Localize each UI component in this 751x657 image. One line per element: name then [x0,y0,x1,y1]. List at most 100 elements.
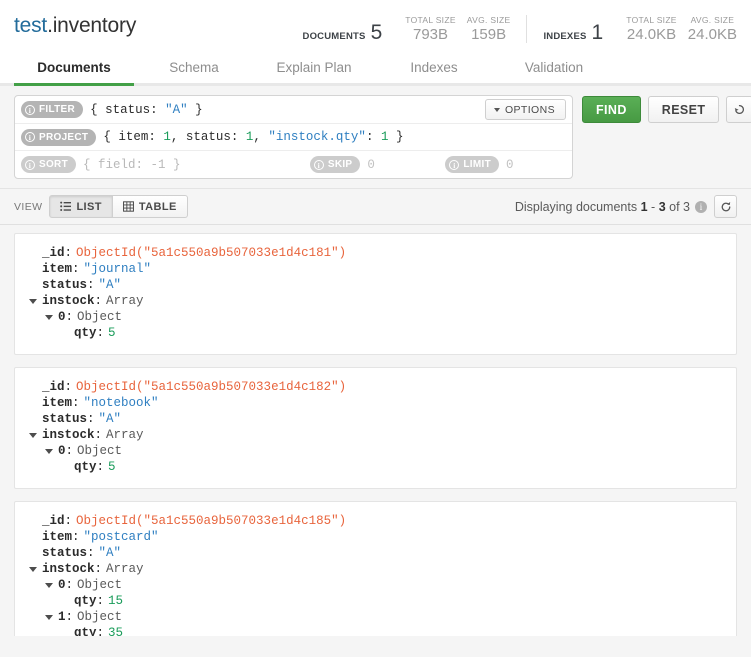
document-card[interactable]: _id:ObjectId("5a1c550a9b507033e1d4c182")… [14,367,737,489]
document-field-row: item:"notebook" [29,395,722,411]
info-icon[interactable]: i [695,201,707,213]
field-value: ObjectId("5a1c550a9b507033e1d4c182") [76,380,346,395]
expand-triangle-icon[interactable] [29,567,37,572]
expand-triangle-icon[interactable] [29,433,37,438]
tab-schema[interactable]: Schema [134,52,254,83]
sort-input[interactable]: { field: -1 } [83,158,292,172]
total-count: 3 [683,200,690,214]
limit-badge-label: LIMIT [463,159,491,170]
query-token: , status: [171,130,246,144]
skip-input[interactable]: 0 [367,158,427,172]
document-field-row: status:"A" [29,545,722,561]
indexes-total-size-value: 24.0KB [626,26,677,43]
expand-triangle-icon[interactable] [45,449,53,454]
field-value: Object [77,444,122,459]
document-field-row: _id:ObjectId("5a1c550a9b507033e1d4c182") [29,379,722,395]
document-field-row: instock:Array [29,561,722,577]
query-actions: FIND RESET [582,95,751,123]
field-key: status [42,278,87,293]
field-key: qty [74,460,97,475]
document-field-row: item:"postcard" [29,529,722,545]
project-badge-label: PROJECT [39,132,88,143]
expand-triangle-icon[interactable] [45,583,53,588]
indexes-count-label: INDEXES [543,31,586,42]
field-value: "postcard" [84,530,159,545]
field-value: "A" [99,278,122,293]
project-badge[interactable]: i PROJECT [21,129,96,146]
filter-row: i FILTER { status: "A" } OPTIONS [15,96,572,124]
field-key: instock [42,428,95,443]
field-value: 15 [108,594,123,609]
limit-badge[interactable]: i LIMIT [445,156,499,173]
tab-indexes[interactable]: Indexes [374,52,494,83]
documents-avg-size: AVG. SIZE 159B [467,15,511,43]
collection-name: inventory [53,14,136,37]
tab-validation[interactable]: Validation [494,52,614,83]
skip-badge-label: SKIP [328,159,353,170]
field-colon: : [66,610,74,625]
collection-stats: DOCUMENTS 5 TOTAL SIZE 793B AVG. SIZE 15… [303,0,737,52]
field-colon: : [87,546,95,561]
displaying-prefix: Displaying documents [515,200,637,214]
query-token: 1 [163,130,171,144]
sort-skip-limit-row: i SORT { field: -1 } i SKIP 0 i LIMIT 0 [15,151,572,178]
query-inputs-container: i FILTER { status: "A" } OPTIONS i PROJE… [14,95,573,179]
refresh-icon[interactable] [714,195,737,218]
range-start: 1 [641,200,648,214]
query-token: "instock.qty" [268,130,366,144]
query-history-icon[interactable] [726,96,751,123]
field-value: Object [77,578,122,593]
view-mode-list[interactable]: LIST [49,195,112,218]
of-text: of [669,200,679,214]
documents-total-size-value: 793B [405,26,456,43]
sort-badge[interactable]: i SORT [21,156,76,173]
field-colon: : [72,262,80,277]
field-key: _id [42,380,65,395]
skip-badge[interactable]: i SKIP [310,156,361,173]
field-colon: : [97,460,105,475]
field-value: "A" [99,412,122,427]
document-field-row: _id:ObjectId("5a1c550a9b507033e1d4c181") [29,245,722,261]
expand-triangle-icon[interactable] [45,615,53,620]
project-input[interactable]: { item: 1, status: 1, "instock.qty": 1 } [103,130,566,144]
documents-avg-size-value: 159B [467,26,511,43]
options-button[interactable]: OPTIONS [485,99,566,120]
tab-validation-label: Validation [525,60,583,75]
document-card[interactable]: _id:ObjectId("5a1c550a9b507033e1d4c181")… [14,233,737,355]
document-field-row: qty:5 [29,459,722,475]
tab-explain-plan[interactable]: Explain Plan [254,52,374,83]
documents-count-label: DOCUMENTS [303,31,366,42]
filter-input[interactable]: { status: "A" } [90,103,477,117]
view-label: VIEW [14,201,42,213]
filter-badge[interactable]: i FILTER [21,101,83,118]
documents-count: DOCUMENTS 5 [303,22,383,43]
range-end: 3 [659,200,666,214]
field-colon: : [65,246,73,261]
limit-input[interactable]: 0 [506,158,566,172]
info-icon: i [449,160,459,170]
expand-triangle-icon[interactable] [45,315,53,320]
field-key: instock [42,294,95,309]
field-value: Array [106,294,144,309]
query-token: { item: [103,130,163,144]
tab-documents[interactable]: Documents [14,52,134,83]
field-key: item [42,262,72,277]
field-value: ObjectId("5a1c550a9b507033e1d4c181") [76,246,346,261]
indexes-total-size-label: TOTAL SIZE [626,15,677,26]
field-key: instock [42,562,95,577]
field-colon: : [66,310,74,325]
field-key: _id [42,514,65,529]
document-card[interactable]: _id:ObjectId("5a1c550a9b507033e1d4c185")… [14,501,737,636]
query-token: } [388,130,403,144]
field-colon: : [65,514,73,529]
view-mode-table[interactable]: TABLE [113,195,188,218]
document-list[interactable]: _id:ObjectId("5a1c550a9b507033e1d4c181")… [0,225,751,636]
expand-triangle-icon[interactable] [29,299,37,304]
find-button[interactable]: FIND [582,96,641,123]
document-field-row: status:"A" [29,411,722,427]
field-colon: : [97,594,105,609]
reset-button[interactable]: RESET [648,96,720,123]
project-row: i PROJECT { item: 1, status: 1, "instock… [15,124,572,151]
query-token: { status: [90,103,165,117]
view-mode-table-label: TABLE [139,201,177,213]
